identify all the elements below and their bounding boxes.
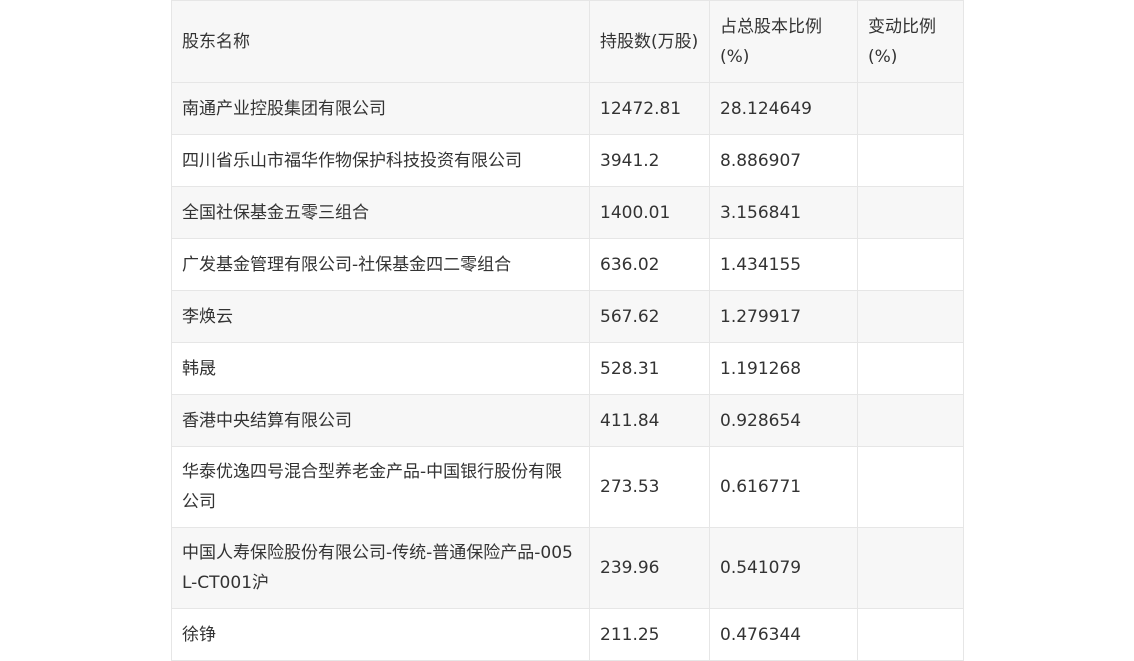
table-row: 中国人寿保险股份有限公司-传统-普通保险产品-005L-CT001沪 239.9…: [171, 527, 964, 609]
cell-shares: 12472.81: [589, 82, 710, 135]
cell-shares: 411.84: [589, 394, 710, 447]
cell-shares: 528.31: [589, 342, 710, 395]
cell-ratio: 0.928654: [709, 394, 858, 447]
cell-ratio: 1.191268: [709, 342, 858, 395]
cell-shares: 3941.2: [589, 134, 710, 187]
cell-change: [857, 238, 964, 291]
cell-shares: 636.02: [589, 238, 710, 291]
cell-change: [857, 134, 964, 187]
cell-shareholder-name: 中国人寿保险股份有限公司-传统-普通保险产品-005L-CT001沪: [171, 527, 590, 609]
cell-shares: 567.62: [589, 290, 710, 343]
cell-ratio: 3.156841: [709, 186, 858, 239]
cell-shares: 239.96: [589, 527, 710, 609]
cell-change: [857, 608, 964, 661]
cell-ratio: 1.434155: [709, 238, 858, 291]
header-shareholder-name: 股东名称: [171, 0, 590, 83]
cell-ratio: 8.886907: [709, 134, 858, 187]
cell-ratio: 0.476344: [709, 608, 858, 661]
cell-change: [857, 527, 964, 609]
cell-shareholder-name: 华泰优逸四号混合型养老金产品-中国银行股份有限公司: [171, 446, 590, 528]
table-row: 李焕云 567.62 1.279917: [171, 290, 964, 343]
table-row: 南通产业控股集团有限公司 12472.81 28.124649: [171, 82, 964, 135]
cell-ratio: 1.279917: [709, 290, 858, 343]
table-row: 徐铮 211.25 0.476344: [171, 608, 964, 661]
shareholder-table-container: 股东名称 持股数(万股) 占总股本比例(%) 变动比例(%) 南通产业控股集团有…: [171, 0, 964, 661]
cell-shareholder-name: 南通产业控股集团有限公司: [171, 82, 590, 135]
header-ratio: 占总股本比例(%): [709, 0, 858, 83]
cell-shareholder-name: 韩晟: [171, 342, 590, 395]
cell-shareholder-name: 香港中央结算有限公司: [171, 394, 590, 447]
cell-shareholder-name: 李焕云: [171, 290, 590, 343]
cell-shareholder-name: 四川省乐山市福华作物保护科技投资有限公司: [171, 134, 590, 187]
table-row: 韩晟 528.31 1.191268: [171, 342, 964, 395]
table-header-row: 股东名称 持股数(万股) 占总股本比例(%) 变动比例(%): [171, 0, 964, 83]
cell-change: [857, 394, 964, 447]
cell-change: [857, 290, 964, 343]
cell-ratio: 0.616771: [709, 446, 858, 528]
cell-shares: 273.53: [589, 446, 710, 528]
cell-change: [857, 186, 964, 239]
table-row: 四川省乐山市福华作物保护科技投资有限公司 3941.2 8.886907: [171, 134, 964, 187]
table-row: 全国社保基金五零三组合 1400.01 3.156841: [171, 186, 964, 239]
cell-shares: 1400.01: [589, 186, 710, 239]
table-row: 广发基金管理有限公司-社保基金四二零组合 636.02 1.434155: [171, 238, 964, 291]
cell-change: [857, 82, 964, 135]
cell-ratio: 28.124649: [709, 82, 858, 135]
cell-shareholder-name: 全国社保基金五零三组合: [171, 186, 590, 239]
table-row: 香港中央结算有限公司 411.84 0.928654: [171, 394, 964, 447]
cell-ratio: 0.541079: [709, 527, 858, 609]
table-row: 华泰优逸四号混合型养老金产品-中国银行股份有限公司 273.53 0.61677…: [171, 446, 964, 528]
header-change: 变动比例(%): [857, 0, 964, 83]
header-shares: 持股数(万股): [589, 0, 710, 83]
cell-change: [857, 342, 964, 395]
shareholder-table: 股东名称 持股数(万股) 占总股本比例(%) 变动比例(%) 南通产业控股集团有…: [171, 0, 964, 661]
cell-shares: 211.25: [589, 608, 710, 661]
cell-shareholder-name: 广发基金管理有限公司-社保基金四二零组合: [171, 238, 590, 291]
cell-change: [857, 446, 964, 528]
cell-shareholder-name: 徐铮: [171, 608, 590, 661]
